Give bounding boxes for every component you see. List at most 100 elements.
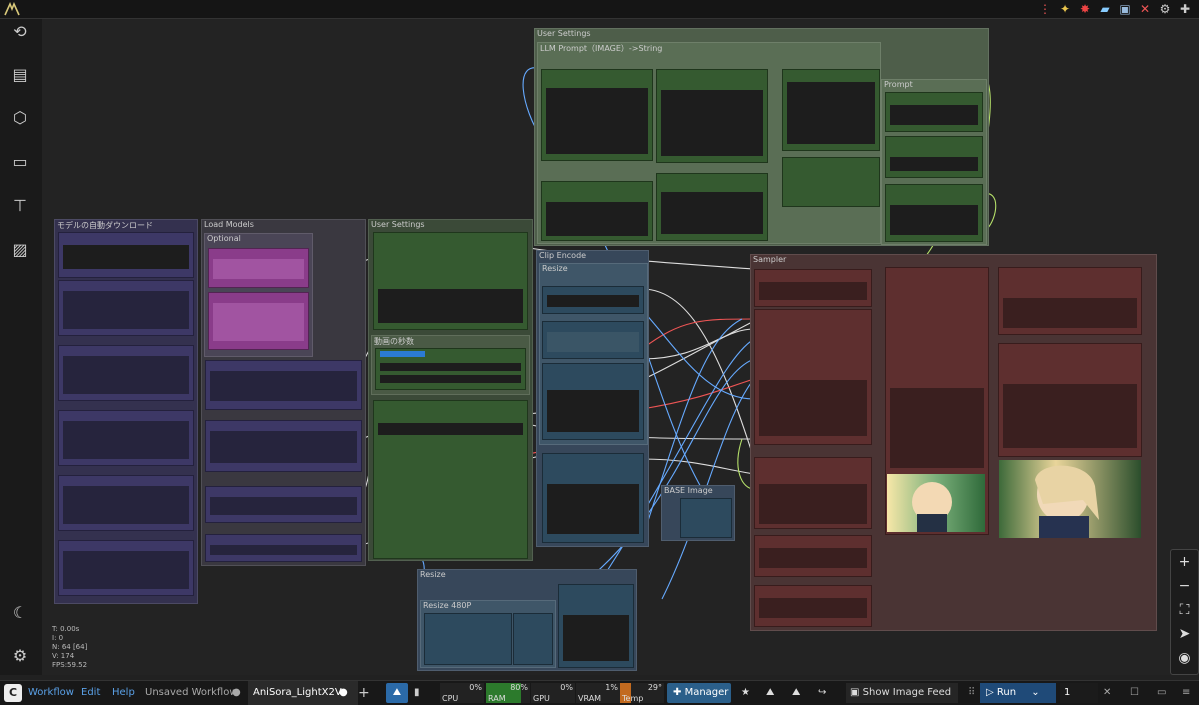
drag-handle-icon[interactable]: ⠿ bbox=[968, 681, 975, 705]
clip-node[interactable] bbox=[542, 286, 644, 314]
download-node[interactable] bbox=[58, 232, 194, 278]
group-video-seconds[interactable]: 動画の秒数 bbox=[371, 335, 530, 395]
download-node[interactable] bbox=[58, 410, 194, 466]
group-base-image[interactable]: BASE Image bbox=[661, 485, 735, 541]
menu-dots-icon[interactable]: ⋮ bbox=[1037, 1, 1053, 17]
sampler-node[interactable] bbox=[754, 535, 872, 577]
chevron-down-icon[interactable]: ⌄ bbox=[1031, 687, 1039, 698]
comfy-logo-icon[interactable]: C bbox=[4, 684, 22, 702]
star-burst-icon[interactable]: ✸ bbox=[1077, 1, 1093, 17]
group-load-models[interactable]: Load Models Optional bbox=[201, 219, 366, 566]
menu-edit[interactable]: Edit bbox=[81, 681, 100, 705]
load-image-node[interactable] bbox=[680, 498, 732, 538]
llm-node[interactable] bbox=[782, 157, 880, 207]
tab-unsaved-workflow[interactable]: Unsaved Workflow bbox=[145, 681, 238, 705]
settings-node[interactable] bbox=[373, 232, 528, 330]
gear-icon[interactable]: ⚙ bbox=[1157, 1, 1173, 17]
group-prompt[interactable]: Prompt bbox=[881, 79, 987, 245]
manager-button[interactable]: ✚ Manager bbox=[667, 683, 731, 703]
history-icon[interactable]: ⟲ bbox=[10, 22, 30, 42]
pointer-icon[interactable]: ➤ bbox=[1171, 622, 1198, 646]
llm-node[interactable] bbox=[656, 69, 768, 163]
group-user-settings-llm[interactable]: User Settings LLM Prompt（IMAGE）->String … bbox=[534, 28, 989, 246]
settings-node[interactable] bbox=[373, 400, 528, 559]
llm-node[interactable] bbox=[656, 173, 768, 241]
tab-anisora[interactable]: AniSora_LightX2V bbox=[253, 681, 342, 705]
show-image-feed-button[interactable]: ▣ Show Image Feed bbox=[846, 683, 958, 703]
download-node[interactable] bbox=[58, 540, 194, 596]
group-clip-encode[interactable]: Clip Encode Resize bbox=[536, 250, 649, 547]
pill-icon[interactable]: ▰ bbox=[1097, 1, 1113, 17]
tab-modified-dot-icon[interactable]: ● bbox=[339, 681, 348, 705]
folder-icon[interactable]: ▭ bbox=[10, 152, 30, 172]
lora-node[interactable] bbox=[208, 292, 309, 350]
eye-icon[interactable]: ◉ bbox=[1171, 646, 1198, 670]
bottom-panel-icon[interactable]: ▭ bbox=[1157, 681, 1166, 705]
model-loader-node[interactable] bbox=[205, 534, 362, 562]
group-optional[interactable]: Optional bbox=[204, 233, 313, 357]
clip-node[interactable] bbox=[542, 363, 644, 440]
seconds-node[interactable] bbox=[375, 348, 526, 390]
tree-icon[interactable]: ⊤ bbox=[10, 196, 30, 216]
group-resize-480p[interactable]: Resize 480P bbox=[420, 600, 556, 668]
menu-workflow[interactable]: Workflow bbox=[28, 681, 74, 705]
sampler-node[interactable] bbox=[998, 343, 1142, 457]
share-icon[interactable]: ↪ bbox=[818, 681, 826, 705]
close-x-icon[interactable]: ✕ bbox=[1137, 1, 1153, 17]
new-tab-plus-icon[interactable]: + bbox=[358, 681, 370, 705]
sampler-node[interactable] bbox=[754, 457, 872, 529]
group-llm-prompt[interactable]: LLM Prompt（IMAGE）->String bbox=[537, 42, 881, 244]
moon-icon[interactable]: ☾ bbox=[10, 603, 30, 623]
prompt-node[interactable] bbox=[885, 136, 983, 178]
llm-node[interactable] bbox=[541, 181, 653, 241]
prompt-node[interactable] bbox=[885, 92, 983, 132]
cube-icon[interactable]: ⬡ bbox=[10, 108, 30, 128]
group-user-settings[interactable]: User Settings 動画の秒数 bbox=[368, 219, 533, 561]
menu-help[interactable]: Help bbox=[112, 681, 135, 705]
prompt-node[interactable] bbox=[885, 184, 983, 242]
clip-node[interactable] bbox=[542, 321, 644, 359]
sampler-node[interactable] bbox=[754, 309, 872, 445]
cancel-icon[interactable]: ✕ bbox=[1103, 681, 1111, 705]
workflow-logo-icon[interactable]: ⛰ bbox=[386, 683, 408, 703]
star-icon[interactable]: ★ bbox=[741, 681, 750, 705]
puzzle-icon[interactable]: ✚ bbox=[1177, 1, 1193, 17]
fit-view-icon[interactable]: ⛶ bbox=[1171, 598, 1198, 622]
sampler-node[interactable] bbox=[754, 269, 872, 307]
image-icon[interactable]: ▨ bbox=[10, 240, 30, 260]
zoom-out-icon[interactable]: − bbox=[1171, 574, 1198, 598]
bookmark-icon[interactable]: ▮ bbox=[414, 681, 420, 705]
download-node[interactable] bbox=[58, 475, 194, 531]
resize-node[interactable] bbox=[424, 613, 512, 665]
lora-node[interactable] bbox=[208, 248, 309, 288]
queue-count-input[interactable]: 1 bbox=[1060, 683, 1098, 703]
sampler-node[interactable] bbox=[998, 267, 1142, 335]
comfy-logo-icon[interactable] bbox=[4, 2, 20, 16]
document-icon[interactable]: ▤ bbox=[10, 65, 30, 85]
run-button[interactable]: ▷ Run ⌄ bbox=[980, 683, 1056, 703]
hamburger-menu-icon[interactable]: ≡ bbox=[1182, 681, 1190, 705]
sampler-node[interactable] bbox=[754, 585, 872, 627]
model-icon-a[interactable]: ⛰ bbox=[766, 681, 774, 705]
model-loader-node[interactable] bbox=[205, 420, 362, 472]
llm-node[interactable] bbox=[541, 69, 653, 161]
settings-icon[interactable]: ⚙ bbox=[10, 646, 30, 666]
download-node[interactable] bbox=[58, 280, 194, 336]
tab-unsaved-dot-icon[interactable]: ● bbox=[232, 681, 241, 705]
model-loader-node[interactable] bbox=[205, 360, 362, 410]
model-loader-node[interactable] bbox=[205, 486, 362, 523]
sparkle-icon[interactable]: ✦ bbox=[1057, 1, 1073, 17]
graph-canvas[interactable]: モデルの自動ダウンロード Load Models Optional User S… bbox=[42, 19, 1199, 675]
llm-node[interactable] bbox=[782, 69, 880, 151]
zoom-in-icon[interactable]: + bbox=[1171, 550, 1198, 574]
panel-toggle-icon[interactable]: ☐ bbox=[1130, 681, 1139, 705]
download-node[interactable] bbox=[58, 345, 194, 401]
group-sampler[interactable]: Sampler bbox=[750, 254, 1157, 631]
clip-node[interactable] bbox=[542, 453, 644, 543]
group-resize[interactable]: Resize Resize 480P bbox=[417, 569, 637, 671]
resize-node[interactable] bbox=[558, 584, 634, 668]
model-icon-b[interactable]: ⛰ bbox=[792, 681, 800, 705]
monitor-icon[interactable]: ▣ bbox=[1117, 1, 1133, 17]
resize-node[interactable] bbox=[513, 613, 553, 665]
group-model-download[interactable]: モデルの自動ダウンロード bbox=[54, 219, 198, 604]
